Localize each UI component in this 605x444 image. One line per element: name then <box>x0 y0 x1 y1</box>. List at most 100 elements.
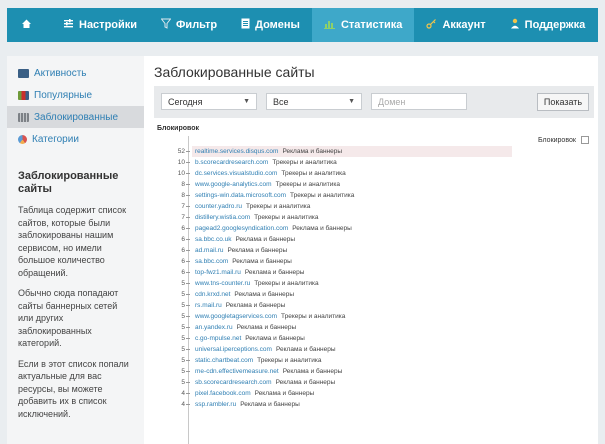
nav-domains[interactable]: Домены <box>229 8 312 42</box>
site-domain-link[interactable]: cdn.krxd.net Реклама и баннеры <box>195 289 294 300</box>
block-count: 5 <box>181 324 185 331</box>
sidebar-item-popular[interactable]: Популярные <box>7 84 144 106</box>
list-item[interactable]: 5 sb.scorecardresearch.com Реклама и банне… <box>154 377 514 388</box>
site-domain-link[interactable]: an.yandex.ru Реклама и баннеры <box>195 322 296 333</box>
axis-tick <box>186 349 190 350</box>
axis-tick <box>186 228 190 229</box>
filter-bar: Сегодня ▼ Все ▼ Домен Показать <box>154 86 594 118</box>
list-item[interactable]: 6 sa.bbc.co.uk Реклама и баннеры <box>154 234 514 245</box>
list-item[interactable]: 5 static.chartbeat.com Трекеры и аналитика <box>154 355 514 366</box>
list-item[interactable]: 5 www.googletagservices.com Трекеры и анал… <box>154 311 514 322</box>
site-domain-link[interactable]: www.tns-counter.ru Трекеры и аналитика <box>195 278 319 289</box>
list-item[interactable]: 5 cdn.krxd.net Реклама и баннеры <box>154 289 514 300</box>
list-item[interactable]: 5 me-cdn.effectivemeasure.net Реклама и ба… <box>154 366 514 377</box>
site-domain-link[interactable]: www.googletagservices.com Трекеры и анали… <box>195 311 345 322</box>
axis-tick <box>186 371 190 372</box>
site-domain: dc.services.visualstudio.com <box>195 170 278 177</box>
block-count: 7 <box>181 214 185 221</box>
sidebar-item-activity[interactable]: Активность <box>7 62 144 84</box>
nav-settings-label: Настройки <box>79 19 138 31</box>
block-count: 6 <box>181 236 185 243</box>
show-button[interactable]: Показать <box>537 93 589 111</box>
main-card: Активность Популярные Заблокированные Ка… <box>7 56 598 444</box>
chart-icon <box>323 18 336 32</box>
site-domain: static.chartbeat.com <box>195 357 254 364</box>
list-item[interactable]: 4 pixel.facebook.com Реклама и баннеры <box>154 388 514 399</box>
site-domain-link[interactable]: pagead2.googlesyndication.com Реклама и б… <box>195 223 352 234</box>
scope-select[interactable]: Все ▼ <box>266 93 362 110</box>
sidebar-item-categories[interactable]: Категории <box>7 128 144 150</box>
site-domain-link[interactable]: static.chartbeat.com Трекеры и аналитика <box>195 355 322 366</box>
list-item[interactable]: 8 www.google-analytics.com Трекеры и анали… <box>154 179 514 190</box>
nav-statistics[interactable]: Статистика <box>311 8 415 42</box>
site-domain-link[interactable]: rs.mail.ru Реклама и баннеры <box>195 300 285 311</box>
site-category: Реклама и баннеры <box>282 368 343 375</box>
axis-tick <box>186 382 190 383</box>
legend: Блокировок <box>538 136 589 144</box>
site-domain: www.googletagservices.com <box>195 313 278 320</box>
list-item[interactable]: 6 top-fwz1.mail.ru Реклама и баннеры <box>154 267 514 278</box>
domain-input[interactable]: Домен <box>371 93 467 110</box>
block-count: 5 <box>181 357 185 364</box>
axis-tick <box>186 184 190 185</box>
list-item[interactable]: 52 realtime.services.disqus.com Реклама и … <box>154 146 514 157</box>
top-nav-bar: Настройки Фильтр Домены Статистика Аккау… <box>7 8 598 42</box>
nav-settings[interactable]: Настройки <box>51 8 149 42</box>
block-count: 6 <box>181 225 185 232</box>
list-item[interactable]: 5 c.go-mpulse.net Реклама и баннеры <box>154 333 514 344</box>
site-domain-link[interactable]: b.scorecardresearch.com Трекеры и аналити… <box>195 157 337 168</box>
block-count: 10 <box>177 159 185 166</box>
site-domain: an.yandex.ru <box>195 324 233 331</box>
site-domain-link[interactable]: ssp.rambler.ru Реклама и баннеры <box>195 399 300 410</box>
site-domain-link[interactable]: realtime.services.disqus.com Реклама и ба… <box>195 146 342 157</box>
site-domain-link[interactable]: sa.bbc.com Реклама и баннеры <box>195 256 292 267</box>
site-domain-link[interactable]: me-cdn.effectivemeasure.net Реклама и бан… <box>195 366 342 377</box>
nav-account[interactable]: Аккаунт <box>414 8 497 42</box>
list-item[interactable]: 5 rs.mail.ru Реклама и баннеры <box>154 300 514 311</box>
block-count: 5 <box>181 280 185 287</box>
list-item[interactable]: 7 counter.yadro.ru Трекеры и аналитика <box>154 201 514 212</box>
chevron-down-icon: ▼ <box>243 98 250 105</box>
list-item[interactable]: 10 b.scorecardresearch.com Трекеры и анали… <box>154 157 514 168</box>
block-count: 5 <box>181 313 185 320</box>
list-item[interactable]: 6 ad.mail.ru Реклама и баннеры <box>154 245 514 256</box>
site-domain-link[interactable]: sb.scorecardresearch.com Реклама и баннер… <box>195 377 335 388</box>
nav-filter[interactable]: Фильтр <box>149 8 229 42</box>
site-domain-link[interactable]: universal.iperceptions.com Реклама и банн… <box>195 344 336 355</box>
nav-support[interactable]: Поддержка <box>498 8 598 42</box>
site-domain-link[interactable]: top-fwz1.mail.ru Реклама и баннеры <box>195 267 304 278</box>
list-item[interactable]: 5 www.tns-counter.ru Трекеры и аналитика <box>154 278 514 289</box>
site-domain: c.go-mpulse.net <box>195 335 242 342</box>
site-domain-link[interactable]: distillery.wistia.com Трекеры и аналитика <box>195 212 319 223</box>
site-domain: sa.bbc.co.uk <box>195 236 232 243</box>
list-item[interactable]: 4 ssp.rambler.ru Реклама и баннеры <box>154 399 514 410</box>
list-item[interactable]: 7 distillery.wistia.com Трекеры и аналитик… <box>154 212 514 223</box>
page-title: Заблокированные сайты <box>154 64 315 80</box>
nav-account-label: Аккаунт <box>442 19 486 31</box>
sidebar-item-blocked[interactable]: Заблокированные <box>7 106 144 128</box>
help-paragraph: Обычно сюда попадают сайты баннерных сет… <box>18 288 119 348</box>
site-domain-link[interactable]: pixel.facebook.com Реклама и баннеры <box>195 388 314 399</box>
site-domain-link[interactable]: counter.yadro.ru Трекеры и аналитика <box>195 201 310 212</box>
site-domain-link[interactable]: c.go-mpulse.net Реклама и баннеры <box>195 333 305 344</box>
site-domain-link[interactable]: dc.services.visualstudio.com Трекеры и ан… <box>195 168 346 179</box>
list-item[interactable]: 10 dc.services.visualstudio.com Трекеры и … <box>154 168 514 179</box>
nav-home[interactable] <box>7 8 51 42</box>
list-item[interactable]: 5 an.yandex.ru Реклама и баннеры <box>154 322 514 333</box>
period-select-value: Сегодня <box>168 96 203 107</box>
period-select[interactable]: Сегодня ▼ <box>161 93 257 110</box>
axis-tick <box>186 195 190 196</box>
site-category: Трекеры и аналитика <box>245 203 311 210</box>
list-item[interactable]: 6 pagead2.googlesyndication.com Реклама и … <box>154 223 514 234</box>
site-domain-link[interactable]: www.google-analytics.com Трекеры и аналит… <box>195 179 340 190</box>
site-domain-link[interactable]: ad.mail.ru Реклама и баннеры <box>195 245 287 256</box>
list-item[interactable]: 6 sa.bbc.com Реклама и баннеры <box>154 256 514 267</box>
site-domain-link[interactable]: settings-win.data.microsoft.com Трекеры и… <box>195 190 354 201</box>
list-item[interactable]: 5 universal.iperceptions.com Реклама и бан… <box>154 344 514 355</box>
legend-checkbox[interactable] <box>580 136 589 144</box>
blocked-chart-icon <box>18 112 29 122</box>
site-category: Реклама и баннеры <box>292 225 352 232</box>
list-item[interactable]: 8 settings-win.data.microsoft.com Трекеры … <box>154 190 514 201</box>
site-domain: realtime.services.disqus.com <box>195 148 279 155</box>
site-domain-link[interactable]: sa.bbc.co.uk Реклама и баннеры <box>195 234 295 245</box>
